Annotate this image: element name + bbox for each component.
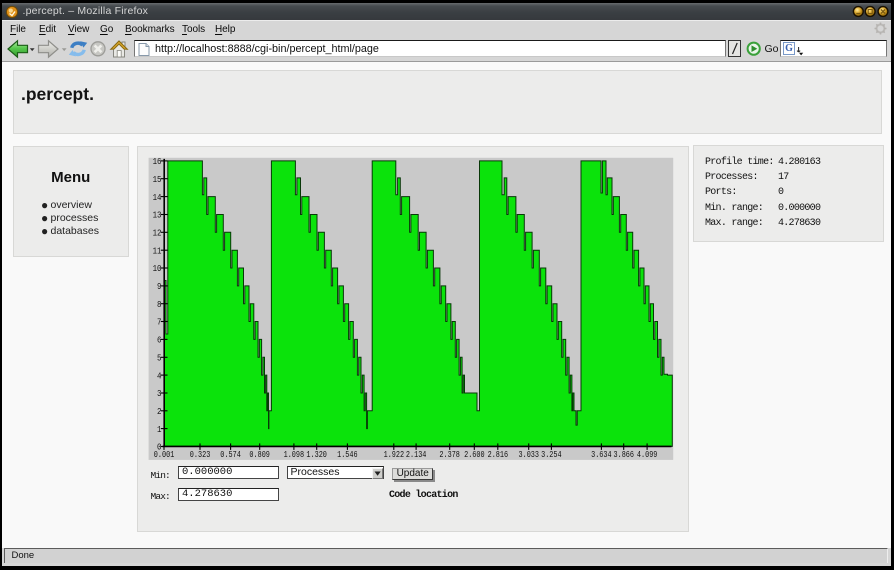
svg-text:4.099: 4.099: [637, 448, 658, 459]
svg-text:9: 9: [157, 281, 162, 292]
svg-text:12: 12: [153, 227, 162, 238]
svg-text:3.634: 3.634: [591, 448, 612, 459]
svg-text:5: 5: [157, 352, 162, 363]
svg-text:2.600: 2.600: [464, 448, 485, 459]
svg-text:1.922: 1.922: [384, 448, 405, 459]
svg-text:11: 11: [153, 245, 162, 256]
svg-text:10: 10: [153, 263, 162, 274]
svg-text:0.001: 0.001: [154, 448, 175, 459]
svg-text:2.816: 2.816: [488, 448, 509, 459]
svg-text:2: 2: [157, 406, 162, 417]
svg-text:7: 7: [157, 316, 162, 327]
svg-text:14: 14: [153, 191, 162, 202]
svg-text:3.033: 3.033: [519, 448, 540, 459]
svg-text:0.809: 0.809: [249, 448, 270, 459]
svg-text:8: 8: [157, 298, 162, 309]
svg-text:0.574: 0.574: [220, 448, 241, 459]
svg-text:2.378: 2.378: [439, 448, 460, 459]
svg-text:13: 13: [153, 209, 162, 220]
svg-text:1.098: 1.098: [284, 448, 305, 459]
svg-text:16: 16: [153, 156, 162, 167]
svg-text:15: 15: [153, 173, 162, 184]
svg-text:2.134: 2.134: [406, 448, 427, 459]
svg-text:1: 1: [157, 423, 162, 434]
svg-text:3.254: 3.254: [541, 448, 562, 459]
svg-text:1.320: 1.320: [306, 448, 327, 459]
svg-text:0.323: 0.323: [190, 448, 211, 459]
svg-text:3.866: 3.866: [614, 448, 635, 459]
svg-text:3: 3: [157, 388, 162, 399]
svg-text:6: 6: [157, 334, 162, 345]
svg-text:1.546: 1.546: [337, 448, 358, 459]
svg-text:4: 4: [157, 370, 162, 381]
